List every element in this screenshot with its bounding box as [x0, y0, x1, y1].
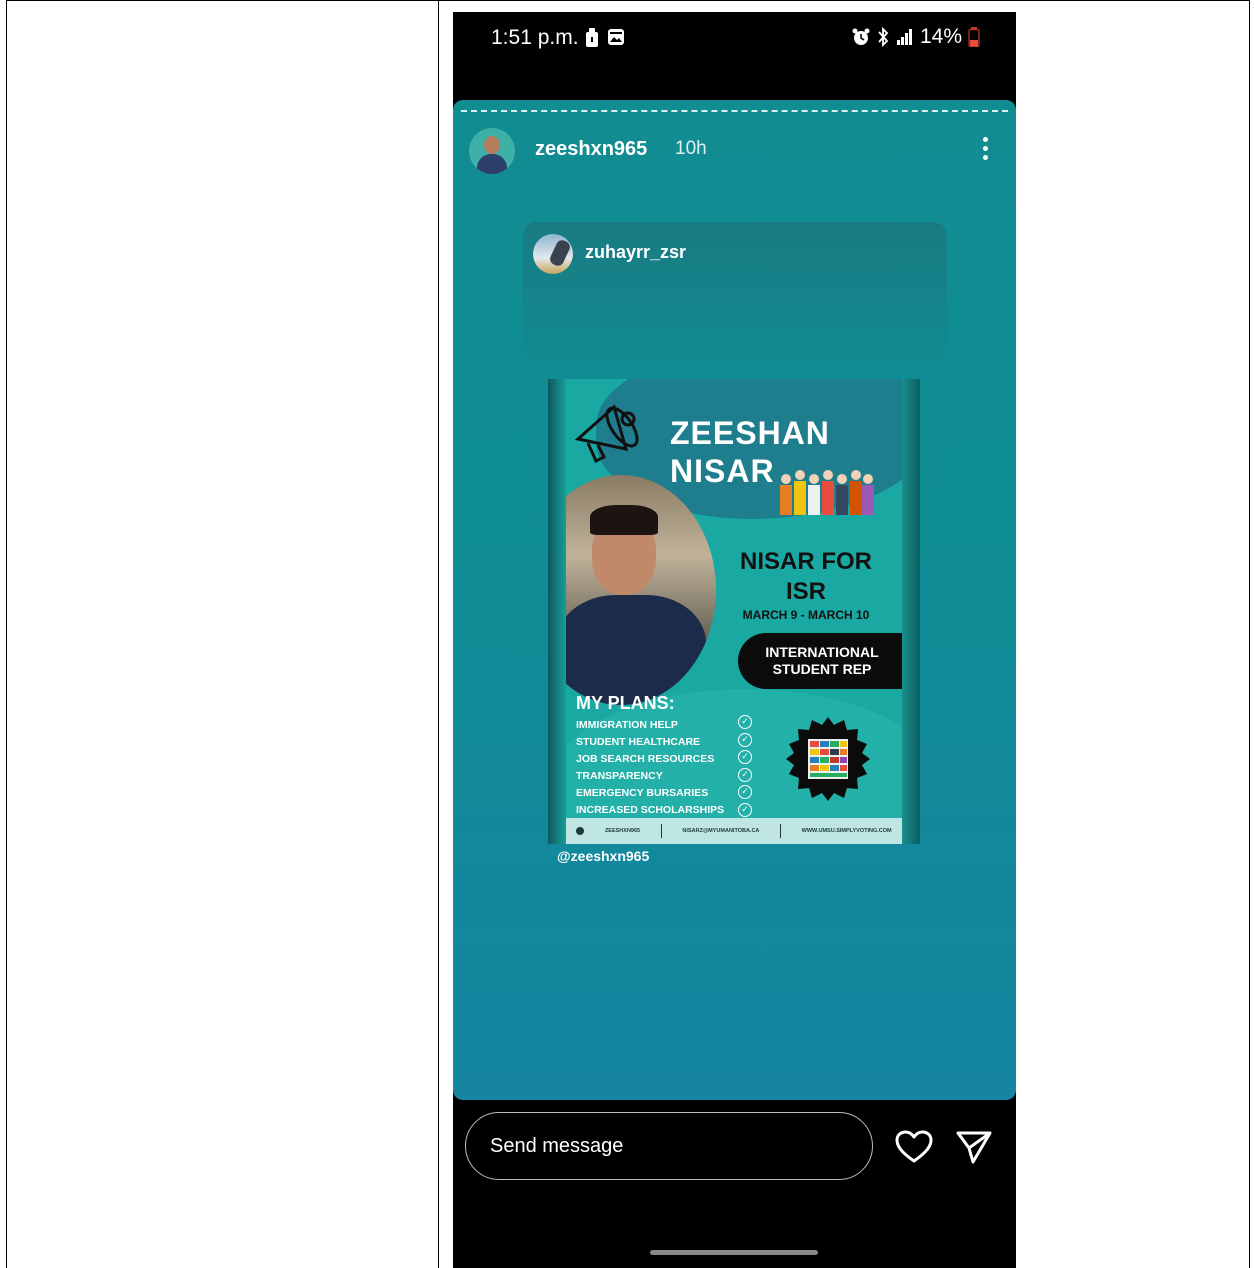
phone-screen: 1:51 p.m. 14% zeeshxn965 10h zuhayrr_zsr — [453, 12, 1016, 1268]
checkmark-icon: ✓ — [738, 785, 752, 799]
bluetooth-icon — [878, 27, 889, 47]
story-time-ago: 10h — [675, 138, 707, 159]
checkmark-icon: ✓ — [738, 802, 752, 817]
list-item: IMMIGRATION HELP — [576, 719, 678, 731]
signal-icon — [896, 29, 912, 45]
campaign-poster: ZEESHAN NISAR NISAR FOR ISR MARCH 9 - MA… — [548, 379, 920, 844]
original-poster-username[interactable]: zuhayrr_zsr — [585, 242, 686, 263]
home-indicator[interactable] — [650, 1250, 818, 1255]
list-item: STUDENT HEALTHCARE — [576, 736, 701, 748]
poster-footer-website: WWW.UMSU.SIMPLYVOTING.COM — [801, 828, 892, 834]
megaphone-icon — [574, 404, 639, 464]
story-progress-bar — [461, 110, 1008, 112]
status-bar: 1:51 p.m. 14% — [453, 12, 1016, 68]
table-divider — [438, 0, 439, 1268]
more-options-icon[interactable] — [975, 134, 995, 168]
lock-notification-icon — [586, 28, 598, 47]
checkmark-icon: ✓ — [738, 732, 752, 747]
poster-slogan: NISAR FOR ISR — [740, 548, 872, 605]
flags-seal-icon — [786, 717, 870, 801]
instagram-icon — [576, 827, 585, 835]
poster-content: ZEESHAN NISAR NISAR FOR ISR MARCH 9 - MA… — [566, 379, 902, 844]
poster-dates: MARCH 9 - MARCH 10 — [742, 608, 870, 622]
story-username[interactable]: zeeshxn965 — [535, 138, 647, 161]
plan-checkmarks: ✓ ✓ ✓ ✓ ✓ ✓ — [738, 715, 756, 820]
story-header: zeeshxn965 10h — [469, 128, 999, 176]
checkmark-icon: ✓ — [738, 715, 752, 729]
poster-footer-email: NISARZ@MYUMANITOBA.CA — [682, 828, 760, 834]
poster-edge-left — [548, 379, 566, 844]
poster-plans-list: IMMIGRATION HELP STUDENT HEALTHCARE JOB … — [576, 717, 724, 819]
status-time: 1:51 p.m. — [491, 26, 579, 49]
status-left-icons — [585, 28, 625, 48]
list-item: INCREASED SCHOLARSHIPS — [576, 804, 725, 816]
heart-icon[interactable] — [895, 1130, 933, 1164]
send-message-input[interactable]: Send message — [465, 1112, 873, 1180]
send-icon[interactable] — [955, 1128, 993, 1166]
send-message-placeholder: Send message — [490, 1135, 624, 1157]
poster-plans-heading: MY PLANS: — [576, 693, 675, 713]
original-poster-avatar[interactable] — [533, 234, 573, 274]
gallery-notification-icon — [608, 29, 624, 45]
user-avatar[interactable] — [469, 128, 515, 174]
checkmark-icon: ✓ — [738, 750, 752, 764]
poster-footer-handle: ZEESHXN965 — [604, 828, 641, 834]
poster-first-name: ZEESHAN — [670, 415, 830, 451]
story-view[interactable]: zeeshxn965 10h zuhayrr_zsr ZEESHAN NISAR — [453, 100, 1016, 1100]
poster-edge-right — [902, 379, 920, 844]
status-right-icons: 14% — [852, 25, 980, 49]
mention-sticker[interactable]: @zeeshxn965 — [557, 848, 649, 864]
battery-icon — [968, 27, 980, 47]
footer-separator — [780, 824, 782, 838]
footer-separator — [660, 824, 662, 838]
list-item: TRANSPARENCY — [576, 770, 663, 782]
poster-role-badge: INTERNATIONAL STUDENT REP — [738, 633, 902, 689]
crowd-illustration-icon — [780, 470, 874, 515]
battery-percentage: 14% — [919, 25, 962, 48]
poster-last-name: NISAR — [670, 453, 775, 489]
poster-role-text: INTERNATIONAL STUDENT REP — [765, 644, 879, 677]
list-item: JOB SEARCH RESOURCES — [576, 753, 715, 765]
poster-footer: ZEESHXN965 NISARZ@MYUMANITOBA.CA WWW.UMS… — [566, 818, 902, 844]
checkmark-icon: ✓ — [738, 767, 752, 782]
alarm-icon — [852, 28, 870, 45]
list-item: EMERGENCY BURSARIES — [576, 787, 709, 799]
